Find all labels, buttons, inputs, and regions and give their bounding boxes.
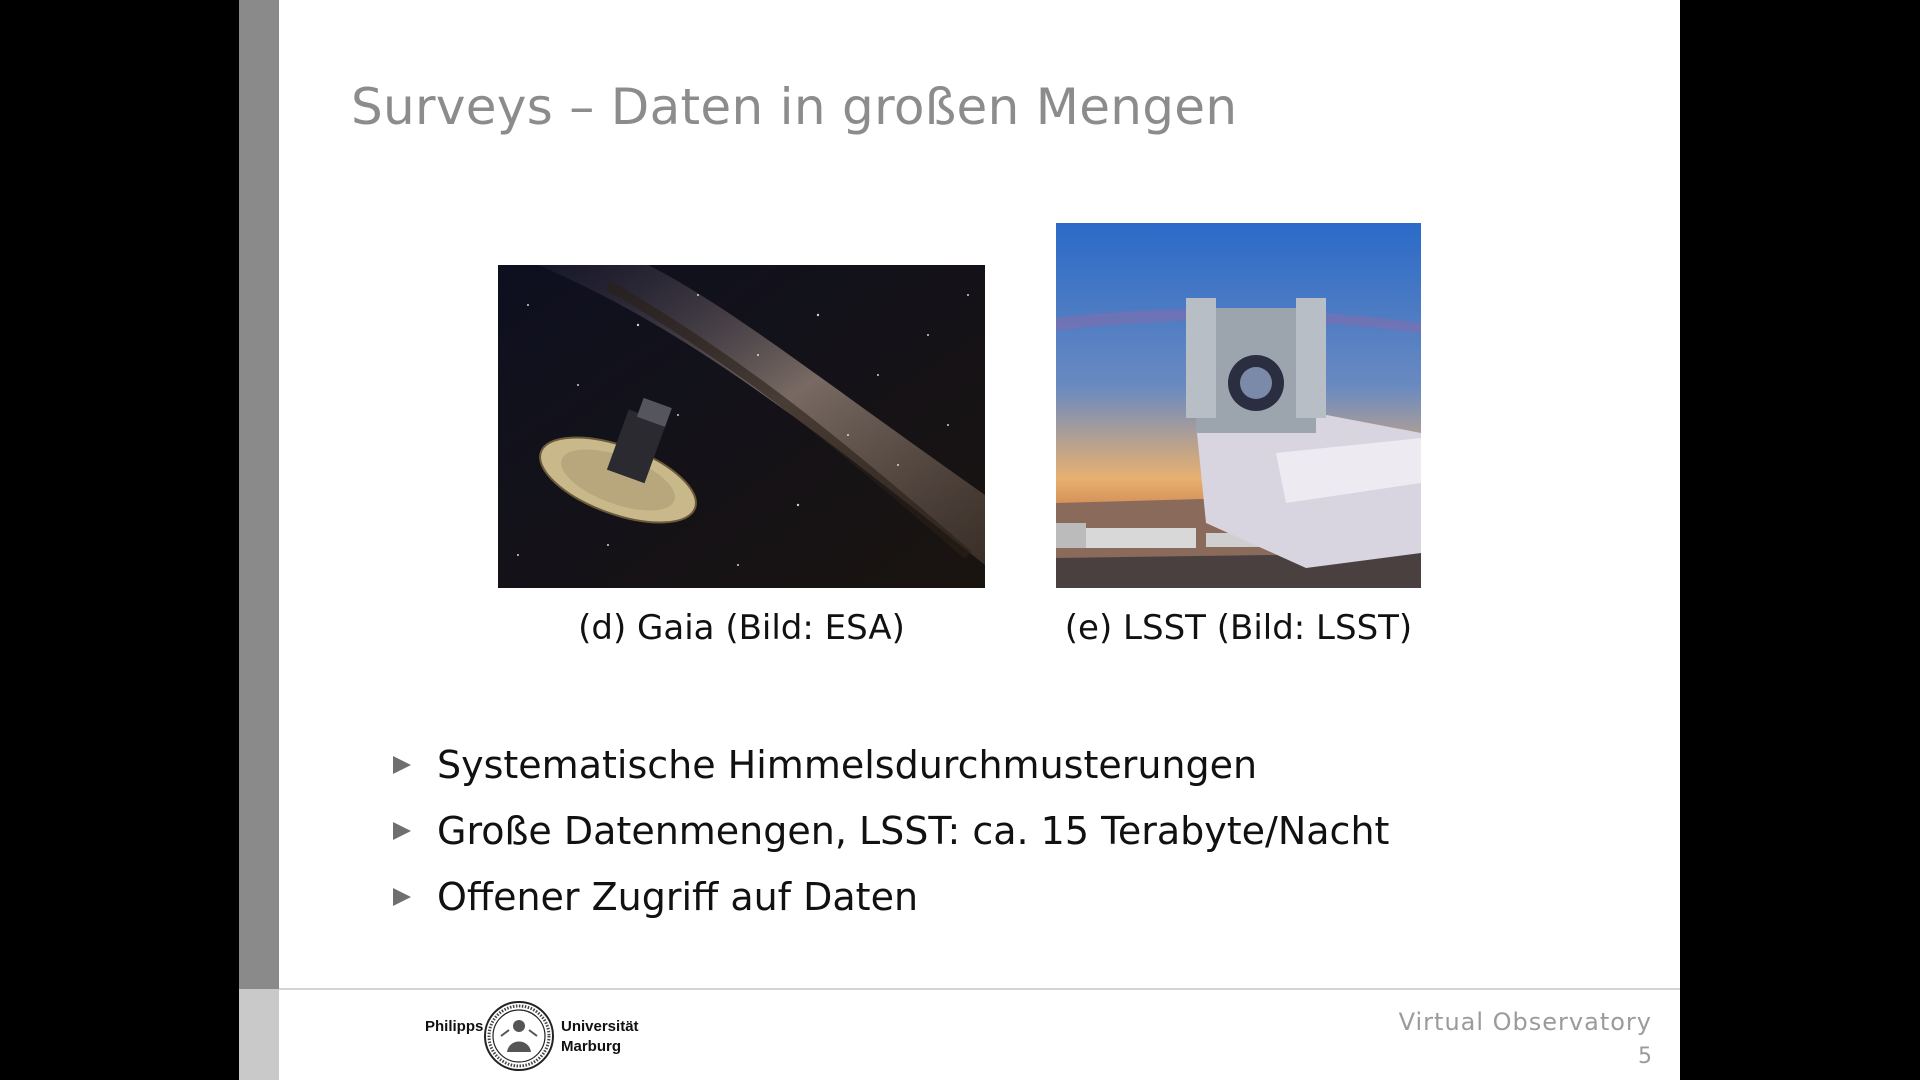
logo-text-universitaet: Universität <box>561 1018 639 1035</box>
lsst-image-svg <box>1056 223 1421 588</box>
bullet-text: Große Datenmengen, LSST: ca. 15 Terabyte… <box>437 809 1390 853</box>
bullet-list: Systematische Himmelsdurchmusterungen Gr… <box>393 732 1389 930</box>
figure-lsst <box>1056 223 1421 588</box>
footer-course-title: Virtual Observatory <box>1398 1008 1652 1036</box>
figure-gaia-caption: (d) Gaia (Bild: ESA) <box>578 608 905 648</box>
triangle-bullet-icon <box>393 822 411 840</box>
triangle-bullet-icon <box>393 888 411 906</box>
slide-side-bar-footer <box>239 989 279 1080</box>
bullet-text: Offener Zugriff auf Daten <box>437 875 919 919</box>
gaia-image-svg <box>498 265 985 588</box>
triangle-bullet-icon <box>393 756 411 774</box>
slide-side-bar <box>239 0 279 989</box>
slide-title: Surveys – Daten in großen Mengen <box>351 78 1238 136</box>
slide: Surveys – Daten in großen Mengen (d) Gai… <box>239 0 1680 1080</box>
logo-text-philipps: Philipps <box>425 1018 484 1035</box>
lsst-telescope-image <box>1056 223 1421 588</box>
bullet-item: Große Datenmengen, LSST: ca. 15 Terabyte… <box>393 798 1389 864</box>
gaia-spacecraft-milky-way-image <box>498 265 985 588</box>
figure-gaia <box>498 265 985 588</box>
footer-divider <box>279 988 1680 990</box>
university-seal-icon <box>484 1001 554 1071</box>
logo-text-marburg: Marburg <box>561 1038 621 1055</box>
bullet-item: Systematische Himmelsdurchmusterungen <box>393 732 1389 798</box>
figure-lsst-caption: (e) LSST (Bild: LSST) <box>1064 608 1413 648</box>
bullet-item: Offener Zugriff auf Daten <box>393 864 1389 930</box>
university-logo: Philipps Universität Marburg <box>425 1000 645 1074</box>
footer-page-number: 5 <box>1638 1044 1652 1069</box>
bullet-text: Systematische Himmelsdurchmusterungen <box>437 743 1258 787</box>
